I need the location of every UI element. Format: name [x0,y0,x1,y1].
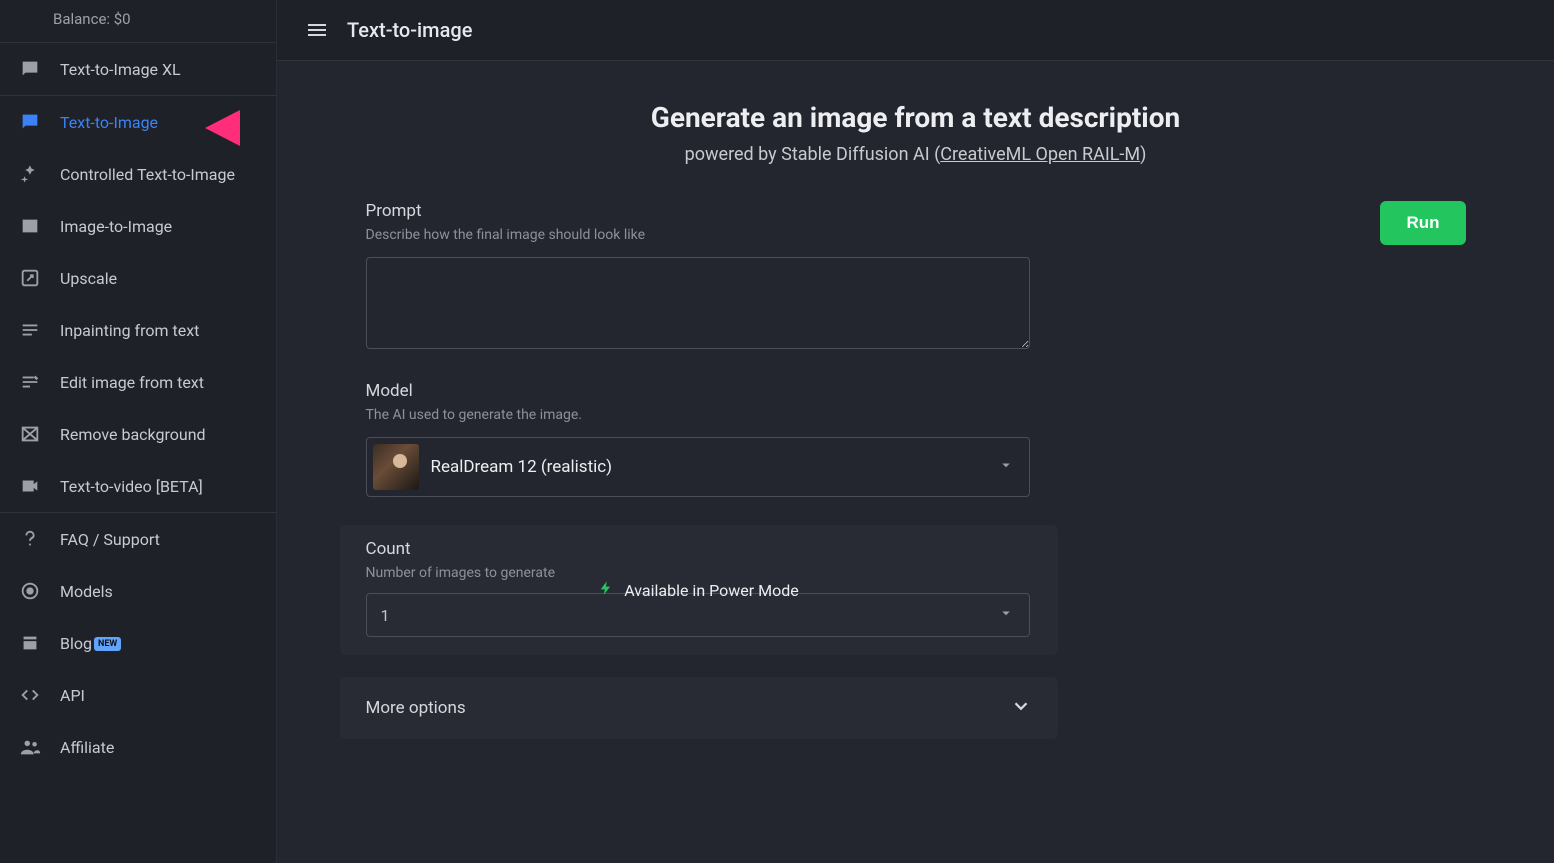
code-icon [18,683,42,707]
nav-label: Models [60,582,113,601]
sidebar-item-text-to-image-xl[interactable]: Text-to-Image XL [0,43,276,95]
nav-label: FAQ / Support [60,530,160,549]
prompt-input[interactable] [366,257,1030,349]
calendar-icon [18,631,42,655]
model-selected-text: RealDream 12 (realistic) [431,457,985,477]
chevron-down-icon [997,456,1015,478]
edit-icon [18,370,42,394]
model-thumbnail [373,444,419,490]
nav-label: Text-to-video [BETA] [60,477,203,496]
target-icon [18,579,42,603]
nav-label: Inpainting from text [60,321,199,340]
more-options-toggle[interactable]: More options [340,677,1058,739]
topbar: Text-to-image [277,0,1554,61]
video-icon [18,474,42,498]
remove-bg-icon [18,422,42,446]
hero: Generate an image from a text descriptio… [317,101,1514,165]
sidebar-item-image-to-image[interactable]: Image-to-Image [0,200,276,252]
nav-label: Controlled Text-to-Image [60,165,235,184]
sidebar-item-blog[interactable]: BlogNEW [0,617,276,669]
model-desc: The AI used to generate the image. [366,407,1466,423]
count-desc: Number of images to generate [366,565,1032,581]
sidebar-item-text-to-image[interactable]: Text-to-Image [0,96,276,148]
model-select[interactable]: RealDream 12 (realistic) [366,437,1030,497]
nav-label: Upscale [60,269,117,288]
nav-label: API [60,686,85,705]
sidebar-item-inpainting[interactable]: Inpainting from text [0,304,276,356]
model-field: Model The AI used to generate the image.… [366,381,1466,497]
sidebar-item-faq[interactable]: FAQ / Support [0,513,276,565]
sidebar-item-remove-background[interactable]: Remove background [0,408,276,460]
message-icon [18,110,42,134]
page-title: Text-to-image [347,18,472,42]
menu-toggle[interactable] [305,18,329,42]
run-button[interactable]: Run [1380,201,1465,245]
sidebar-item-affiliate[interactable]: Affiliate [0,721,276,773]
sidebar-item-text-to-video[interactable]: Text-to-video [BETA] [0,460,276,512]
sidebar-item-api[interactable]: API [0,669,276,721]
message-icon [18,57,42,81]
prompt-field: Prompt Describe how the final image shou… [366,201,1466,353]
nav-label: Image-to-Image [60,217,172,236]
image-icon [18,214,42,238]
sidebar-item-models[interactable]: Models [0,565,276,617]
chevron-down-icon [997,604,1015,626]
list-icon [18,318,42,342]
prompt-desc: Describe how the final image should look… [366,227,1466,243]
sidebar: Balance: $0 Text-to-Image XL Text-to-Ima… [0,0,277,863]
hero-title: Generate an image from a text descriptio… [317,101,1514,134]
balance-label: Balance: $0 [0,0,276,42]
sidebar-item-upscale[interactable]: Upscale [0,252,276,304]
count-label: Count [366,539,1032,559]
chevron-down-icon [1010,695,1032,721]
license-link[interactable]: CreativeML Open RAIL-M [940,144,1140,165]
upscale-icon [18,266,42,290]
content: Generate an image from a text descriptio… [277,61,1554,863]
hero-subtitle: powered by Stable Diffusion AI (Creative… [317,144,1514,165]
prompt-label: Prompt [366,201,1466,221]
main-area: Text-to-image Generate an image from a t… [277,0,1554,863]
nav-label: Text-to-Image [60,113,158,132]
nav-label: Affiliate [60,738,114,757]
sidebar-item-edit-image[interactable]: Edit image from text [0,356,276,408]
help-icon [18,527,42,551]
nav-label: Text-to-Image XL [60,60,181,79]
model-label: Model [366,381,1466,401]
form-area: Run Prompt Describe how the final image … [366,201,1466,739]
count-section: Count Number of images to generate 1 Ava… [340,525,1058,655]
sidebar-item-controlled-text-to-image[interactable]: Controlled Text-to-Image [0,148,276,200]
new-badge: NEW [94,637,121,651]
more-options-label: More options [366,698,466,718]
count-value: 1 [381,606,997,625]
control-icon [18,162,42,186]
people-icon [18,735,42,759]
count-select[interactable]: 1 [366,593,1030,637]
nav-label: Edit image from text [60,373,204,392]
nav-label: Remove background [60,425,206,444]
nav-label: BlogNEW [60,634,121,653]
